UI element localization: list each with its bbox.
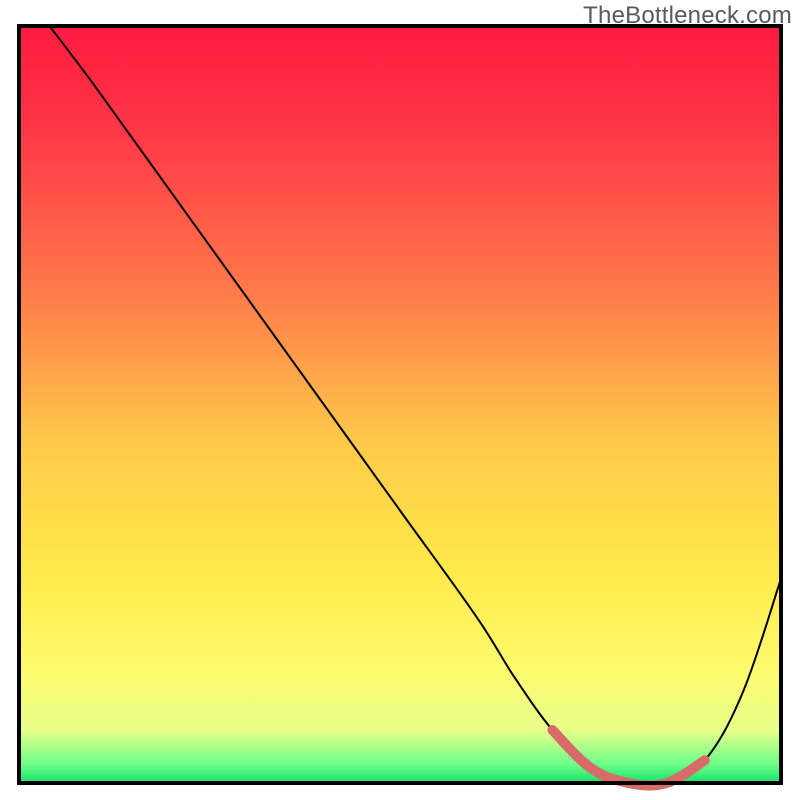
bottleneck-chart (0, 0, 800, 800)
watermark-text: TheBottleneck.com (583, 2, 792, 30)
chart-frame: TheBottleneck.com (0, 0, 800, 800)
